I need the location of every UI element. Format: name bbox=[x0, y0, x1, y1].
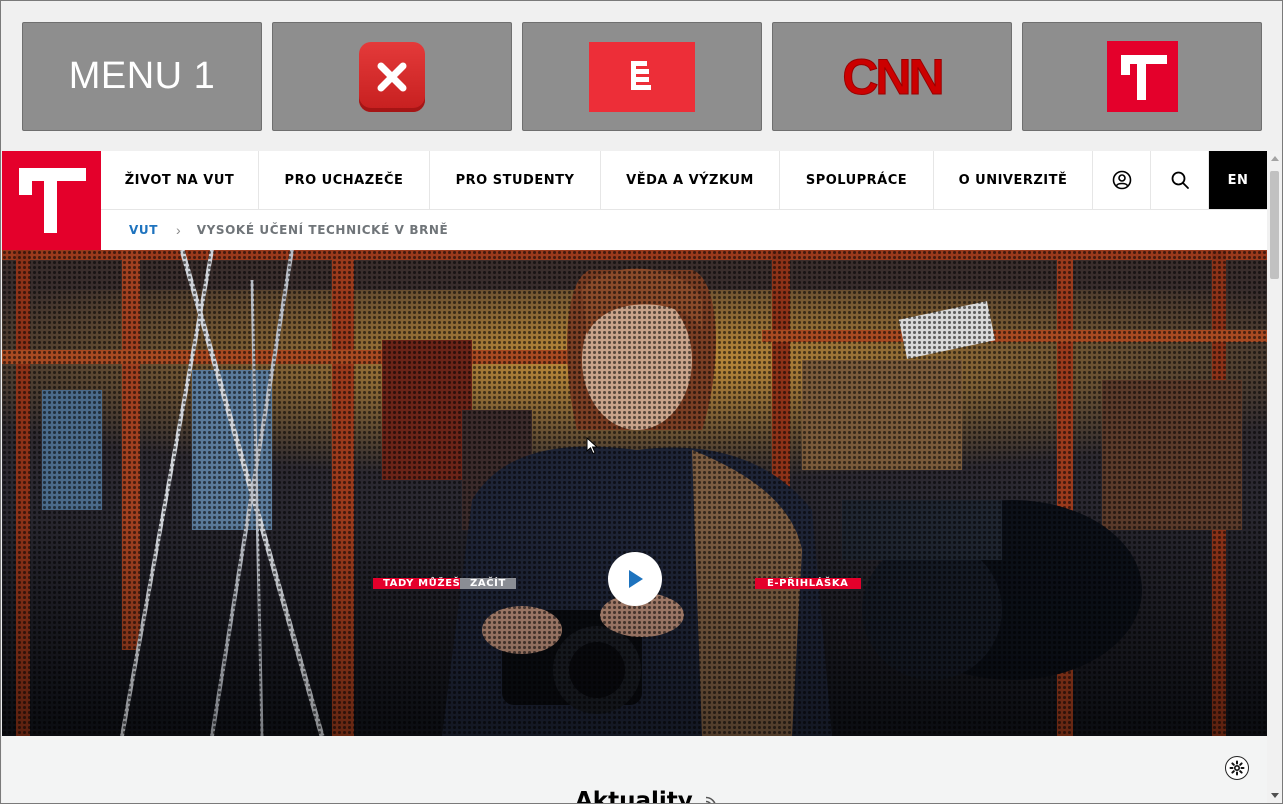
launcher-tile-x[interactable] bbox=[272, 22, 512, 131]
launcher-bar: MENU 1 CNN bbox=[1, 1, 1282, 151]
nav-item-zivot-na-vut[interactable]: ŽIVOT NA VUT bbox=[101, 151, 259, 209]
breadcrumb-current: VYSOKÉ UČENÍ TECHNICKÉ V BRNĚ bbox=[196, 223, 449, 237]
user-account-button[interactable] bbox=[1093, 151, 1151, 209]
nav-item-o-univerzite[interactable]: O UNIVERZITĚ bbox=[934, 151, 1093, 209]
breadcrumb: VUT › VYSOKÉ UČENÍ TECHNICKÉ V BRNĚ bbox=[101, 210, 1267, 250]
hero-video-banner[interactable]: TADY MŮŽEŠ ZAČÍT E-PŘIHLÁŠKA bbox=[2, 250, 1267, 736]
news-section: Aktuality bbox=[2, 736, 1267, 803]
main-navigation: ŽIVOT NA VUT PRO UCHAZEČE PRO STUDENTY V… bbox=[101, 151, 1267, 210]
hero-shade bbox=[2, 250, 1267, 736]
website: ŽIVOT NA VUT PRO UCHAZEČE PRO STUDENTY V… bbox=[2, 151, 1267, 803]
launcher-tile-cnn[interactable]: CNN bbox=[772, 22, 1012, 131]
gear-icon bbox=[1229, 760, 1245, 776]
mouse-cursor-icon bbox=[586, 437, 599, 455]
x-logo-icon bbox=[359, 41, 425, 112]
user-icon bbox=[1112, 170, 1131, 190]
hero-tag-zacit: ZAČÍT bbox=[460, 578, 516, 589]
scrollbar-thumb[interactable] bbox=[1270, 171, 1279, 279]
section-title-text: Aktuality bbox=[575, 788, 693, 803]
scroll-up-arrow-icon[interactable] bbox=[1271, 156, 1279, 161]
cnn-logo-icon: CNN bbox=[842, 48, 945, 105]
launcher-menu-label: MENU 1 bbox=[68, 55, 216, 97]
play-icon bbox=[629, 570, 643, 588]
section-title-aktuality: Aktuality bbox=[575, 788, 717, 803]
launcher-tile-ct24[interactable] bbox=[522, 22, 762, 131]
language-switch-en[interactable]: EN bbox=[1209, 151, 1267, 209]
launcher-tile-vut[interactable] bbox=[1022, 22, 1262, 131]
nav-item-veda-a-vyzkum[interactable]: VĚDA A VÝZKUM bbox=[601, 151, 780, 209]
search-icon bbox=[1171, 171, 1189, 189]
nav-item-pro-uchazece[interactable]: PRO UCHAZEČE bbox=[259, 151, 430, 209]
page-scrollbar[interactable] bbox=[1267, 151, 1282, 803]
play-button[interactable] bbox=[608, 552, 662, 606]
browser-window: MENU 1 CNN ŽIVOT NA VUT PRO UCHAZEČE PRO… bbox=[0, 0, 1283, 804]
chevron-right-icon: › bbox=[176, 222, 181, 238]
scroll-down-arrow-icon[interactable] bbox=[1271, 793, 1279, 798]
breadcrumb-home-link[interactable]: VUT bbox=[129, 223, 158, 237]
nav-item-spoluprace[interactable]: SPOLUPRÁCE bbox=[780, 151, 934, 209]
vut-logo[interactable] bbox=[2, 151, 101, 250]
rss-icon[interactable] bbox=[705, 796, 717, 803]
hero-tag-e-prihlaska[interactable]: E-PŘIHLÁŠKA bbox=[755, 578, 861, 589]
ct24-logo-icon bbox=[589, 41, 695, 112]
settings-button[interactable] bbox=[1225, 756, 1249, 780]
vut-t-icon bbox=[19, 168, 86, 233]
launcher-tile-menu-1[interactable]: MENU 1 bbox=[22, 22, 262, 131]
hero-tag-tady-muzes: TADY MŮŽEŠ bbox=[373, 578, 471, 589]
vut-logo-icon bbox=[1106, 41, 1178, 112]
search-button[interactable] bbox=[1151, 151, 1209, 209]
nav-item-pro-studenty[interactable]: PRO STUDENTY bbox=[430, 151, 601, 209]
